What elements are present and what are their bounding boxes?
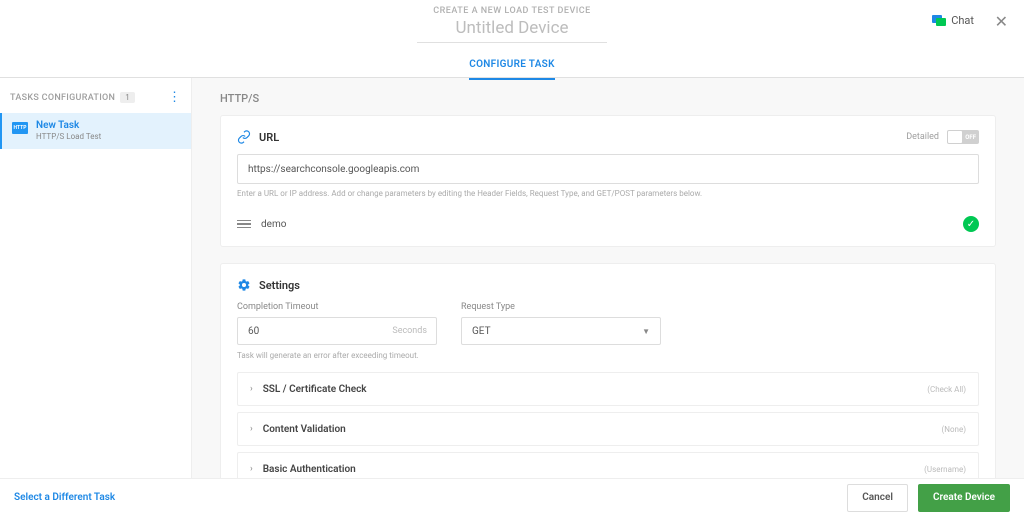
settings-card: Settings Completion Timeout Seconds Requ… — [220, 263, 996, 478]
section-label: HTTP/S — [220, 92, 996, 105]
accordion-title: SSL / Certificate Check — [263, 384, 367, 395]
select-different-task-link[interactable]: Select a Different Task — [14, 492, 115, 503]
step-label: demo — [261, 219, 953, 230]
sidebar-header: TASKS CONFIGURATION 1 ⋮ — [0, 88, 191, 113]
tab-configure-task[interactable]: CONFIGURE TASK — [469, 53, 554, 80]
accordion-basic-auth[interactable]: › Basic Authentication (Username) — [237, 452, 979, 478]
task-name: New Task — [36, 120, 101, 132]
chat-label: Chat — [951, 14, 974, 27]
http-task-icon: HTTP — [12, 122, 28, 134]
timeout-label: Completion Timeout — [237, 302, 437, 312]
create-device-button[interactable]: Create Device — [918, 484, 1010, 512]
request-type-label: Request Type — [461, 302, 661, 312]
success-badge-icon: ✓ — [963, 216, 979, 232]
chevron-right-icon: › — [250, 424, 253, 434]
accordion-status: (Check All) — [927, 385, 966, 394]
close-icon[interactable]: ✕ — [995, 12, 1008, 31]
sidebar-task-item[interactable]: HTTP New Task HTTP/S Load Test — [0, 113, 191, 149]
url-hint: Enter a URL or IP address. Add or change… — [237, 189, 979, 198]
sidebar-count-badge: 1 — [120, 92, 135, 103]
url-card: URL Detailed OFF Enter a URL or IP addre… — [220, 115, 996, 247]
chevron-right-icon: › — [250, 384, 253, 394]
request-type-select[interactable]: GET ▼ — [461, 317, 661, 345]
chevron-right-icon: › — [250, 464, 253, 474]
sidebar-more-icon[interactable]: ⋮ — [168, 96, 181, 100]
timeout-suffix: Seconds — [392, 326, 427, 336]
tab-row: CONFIGURE TASK — [469, 53, 554, 80]
url-input[interactable] — [237, 154, 979, 184]
main-panel: HTTP/S URL Detailed OFF Enter a URL or I… — [192, 78, 1024, 478]
accordion-content-validation[interactable]: › Content Validation (None) — [237, 412, 979, 446]
link-icon — [237, 130, 251, 144]
body-row: TASKS CONFIGURATION 1 ⋮ HTTP New Task HT… — [0, 78, 1024, 478]
cancel-button[interactable]: Cancel — [847, 484, 908, 512]
page-header: CREATE A NEW LOAD TEST DEVICE CONFIGURE … — [0, 0, 1024, 78]
request-type-value: GET — [472, 326, 491, 337]
accordion-title: Content Validation — [263, 424, 346, 435]
gear-icon — [237, 278, 251, 292]
chat-icon — [932, 15, 946, 27]
sidebar-title: TASKS CONFIGURATION — [10, 93, 115, 103]
accordion-title: Basic Authentication — [263, 464, 356, 475]
footer: Select a Different Task Cancel Create De… — [0, 478, 1024, 516]
reorder-icon[interactable] — [237, 220, 251, 229]
chat-button[interactable]: Chat — [932, 14, 974, 27]
device-name-input[interactable] — [417, 18, 607, 43]
accordion-ssl[interactable]: › SSL / Certificate Check (Check All) — [237, 372, 979, 406]
accordion-status: (None) — [942, 425, 966, 434]
url-card-title: URL — [259, 131, 279, 144]
chevron-down-icon: ▼ — [642, 327, 650, 336]
detailed-toggle[interactable]: OFF — [947, 130, 979, 144]
task-type: HTTP/S Load Test — [36, 132, 101, 142]
settings-card-title: Settings — [259, 279, 300, 292]
header-eyebrow: CREATE A NEW LOAD TEST DEVICE — [433, 6, 591, 16]
accordion-status: (Username) — [924, 465, 966, 474]
sidebar: TASKS CONFIGURATION 1 ⋮ HTTP New Task HT… — [0, 78, 192, 478]
timeout-hint: Task will generate an error after exceed… — [237, 351, 979, 360]
detailed-label: Detailed — [906, 132, 939, 142]
